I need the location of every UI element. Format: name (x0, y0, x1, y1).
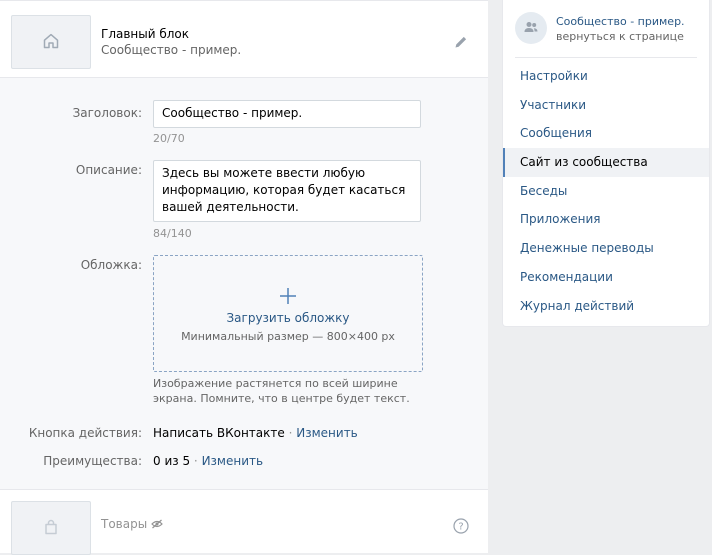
users-icon (523, 20, 539, 37)
question-icon[interactable]: ? (453, 518, 469, 534)
sidebar-item-messages[interactable]: Сообщения (503, 119, 709, 148)
home-icon (42, 32, 60, 53)
sidebar-item-members[interactable]: Участники (503, 91, 709, 120)
shopping-bag-icon (42, 518, 60, 539)
action-change-link[interactable]: Изменить (296, 426, 358, 440)
advantages-value: 0 из 5 (153, 454, 191, 468)
svg-text:?: ? (458, 522, 463, 533)
separator-dot: · (193, 454, 198, 468)
description-counter: 84/140 (153, 227, 192, 240)
cover-label: Обложка: (80, 258, 142, 272)
action-button-value: Написать ВКонтакте (153, 426, 285, 440)
title-label: Заголовок: (72, 106, 142, 120)
cover-note: Изображение растянется по всей ширине эк… (153, 377, 410, 405)
description-textarea[interactable]: Здесь вы можете ввести любую информацию,… (153, 160, 421, 222)
sidebar-item-settings[interactable]: Настройки (503, 62, 709, 91)
advantages-change-link[interactable]: Изменить (202, 454, 264, 468)
goods-label: Товары (101, 517, 148, 531)
sidebar-item-chats[interactable]: Беседы (503, 177, 709, 206)
back-to-page-label: вернуться к странице (556, 30, 684, 43)
community-name: Сообщество - пример. (556, 15, 685, 28)
pencil-icon[interactable] (452, 33, 470, 51)
community-back-link[interactable]: Сообщество - пример. вернуться к страниц… (515, 12, 700, 46)
upload-cover-link[interactable]: Загрузить обложку (154, 311, 422, 325)
separator-dot: · (288, 426, 293, 440)
description-label: Описание: (75, 163, 142, 177)
goods-block[interactable]: Товары ? (0, 490, 488, 555)
sidebar-item-apps[interactable]: Приложения (503, 205, 709, 234)
sidebar-item-action-log[interactable]: Журнал действий (503, 292, 709, 321)
sidebar-divider (515, 57, 697, 58)
title-counter: 20/70 (153, 132, 185, 145)
main-block-thumbnail (11, 15, 91, 69)
main-panel: Главный блок Сообщество - пример. Заголо… (0, 0, 488, 555)
sidebar: Сообщество - пример. вернуться к страниц… (502, 0, 710, 327)
main-block-title: Главный блок (101, 27, 190, 41)
goods-label-row: Товары (101, 517, 163, 531)
sidebar-item-community-site[interactable]: Сайт из сообщества (503, 148, 709, 177)
plus-icon (278, 286, 298, 306)
main-block-header: Главный блок Сообщество - пример. (0, 0, 488, 78)
action-button-row: Написать ВКонтакте · Изменить (153, 426, 358, 440)
sidebar-item-recommendations[interactable]: Рекомендации (503, 263, 709, 292)
advantages-label: Преимущества: (43, 454, 142, 468)
upload-cover-hint: Минимальный размер — 800×400 px (181, 330, 395, 343)
community-avatar (515, 12, 547, 44)
title-input[interactable]: Сообщество - пример. (153, 100, 421, 128)
advantages-row: 0 из 5 · Изменить (153, 454, 263, 468)
main-block-subtitle: Сообщество - пример. (101, 43, 242, 57)
goods-thumbnail (11, 501, 91, 555)
cover-upload-area[interactable]: Загрузить обложку Минимальный размер — 8… (153, 255, 423, 372)
main-block-form: Заголовок: Сообщество - пример. 20/70 Оп… (0, 78, 488, 490)
action-button-label: Кнопка действия: (28, 426, 142, 440)
sidebar-menu: Настройки Участники Сообщения Сайт из со… (503, 62, 709, 320)
sidebar-item-money-transfers[interactable]: Денежные переводы (503, 234, 709, 263)
eye-crossed-icon (151, 517, 163, 531)
